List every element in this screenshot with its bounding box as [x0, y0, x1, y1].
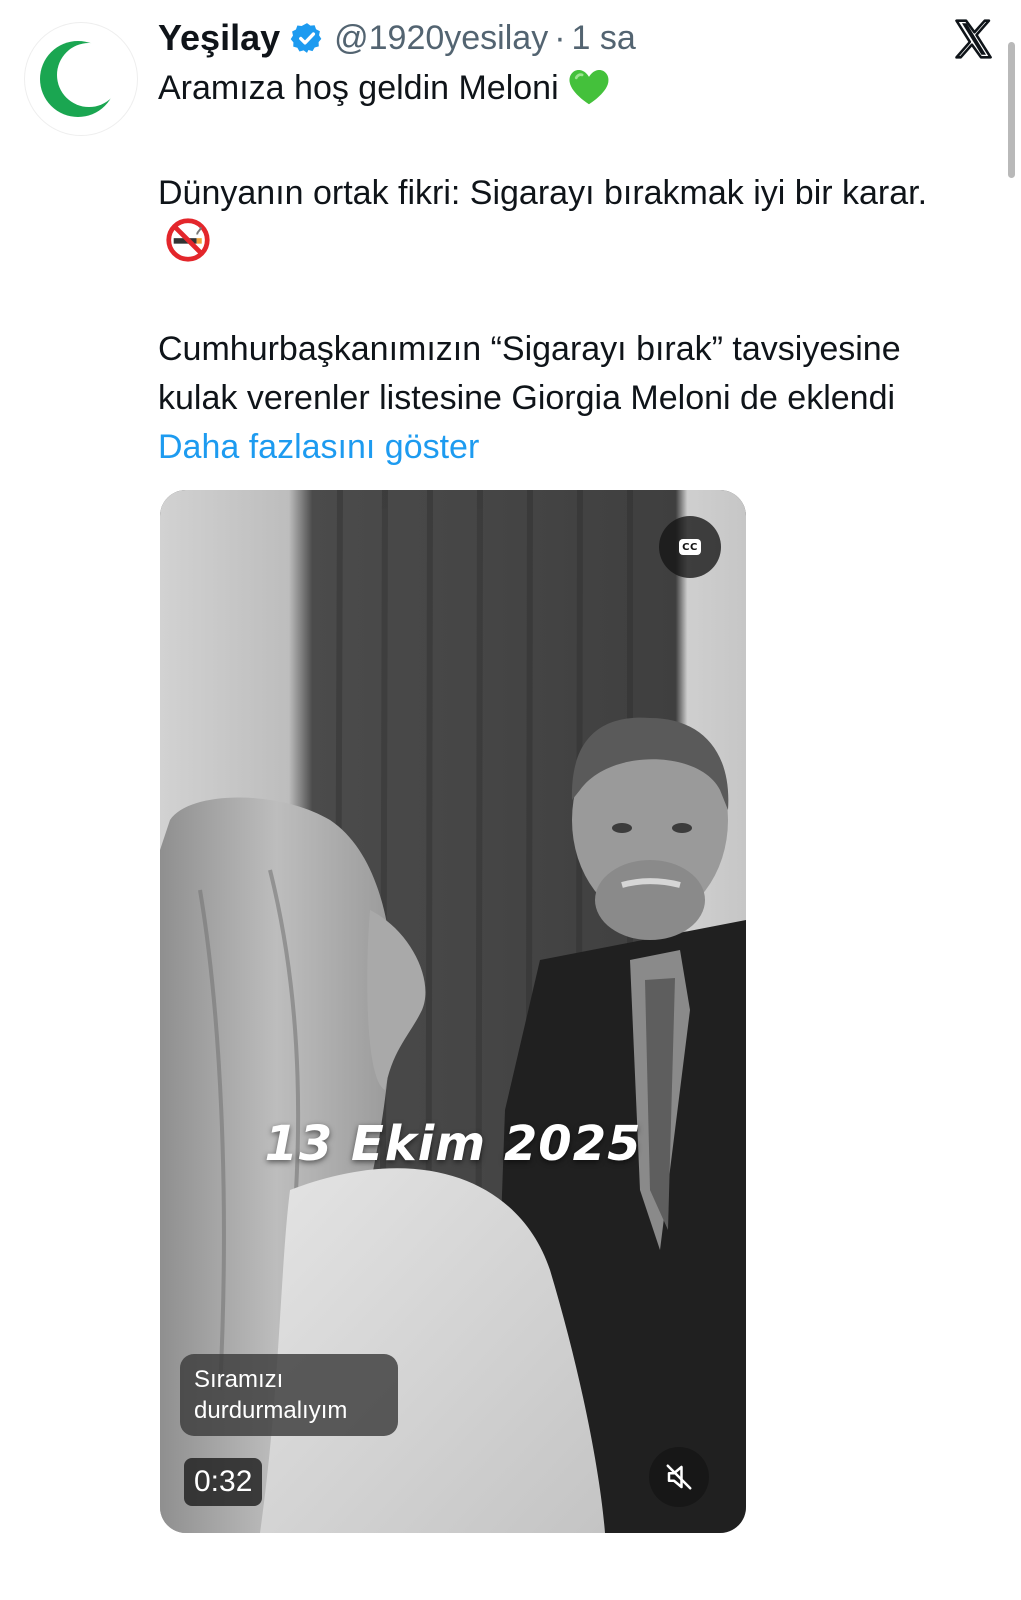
- video-duration: 0:32: [184, 1458, 263, 1506]
- muted-speaker-icon: [666, 1464, 692, 1490]
- tweet-line-1-text: Aramıza hoş geldin Meloni: [158, 69, 559, 107]
- green-crescent-icon: [40, 41, 121, 117]
- x-logo-icon[interactable]: [946, 12, 1000, 66]
- tweet-paragraph-3: Cumhurbaşkanımızın “Sigarayı bırak” tavs…: [158, 325, 958, 472]
- green-heart-icon: [567, 66, 611, 120]
- account-handle[interactable]: @1920yesilay: [334, 19, 548, 58]
- post-time[interactable]: 1 sa: [572, 19, 636, 58]
- separator-dot: ·: [554, 18, 566, 57]
- closed-captions-icon: CC: [679, 539, 701, 555]
- verified-badge-icon: [290, 21, 324, 55]
- tweet-header: Yeşilay @1920yesilay · 1 sa: [158, 14, 636, 62]
- video-caption: Sıramızı durdurmalıyım: [180, 1354, 398, 1436]
- scrollbar[interactable]: [1008, 42, 1015, 178]
- no-smoking-icon: [166, 218, 210, 276]
- tweet-line-1: Aramıza hoş geldin Meloni: [158, 64, 958, 120]
- tweet-paragraph-2-text: Dünyanın ortak fikri: Sigarayı bırakmak …: [158, 174, 928, 212]
- tweet-paragraph-3-text: Cumhurbaşkanımızın “Sigarayı bırak” tavs…: [158, 330, 901, 417]
- display-name[interactable]: Yeşilay: [158, 17, 280, 59]
- video-date-overlay: 13 Ekim 2025: [264, 1116, 642, 1172]
- mute-button[interactable]: [649, 1447, 709, 1507]
- tweet-paragraph-2: Dünyanın ortak fikri: Sigarayı bırakmak …: [158, 169, 958, 276]
- video-player[interactable]: CC 13 Ekim 2025 Sıramızı durdurmalıyım 0…: [160, 490, 746, 1533]
- tweet-text: Aramıza hoş geldin Meloni Dünyanın ortak…: [158, 64, 958, 472]
- closed-captions-button[interactable]: CC: [659, 516, 721, 578]
- show-more-link[interactable]: Daha fazlasını göster: [158, 428, 479, 466]
- avatar[interactable]: [24, 22, 138, 136]
